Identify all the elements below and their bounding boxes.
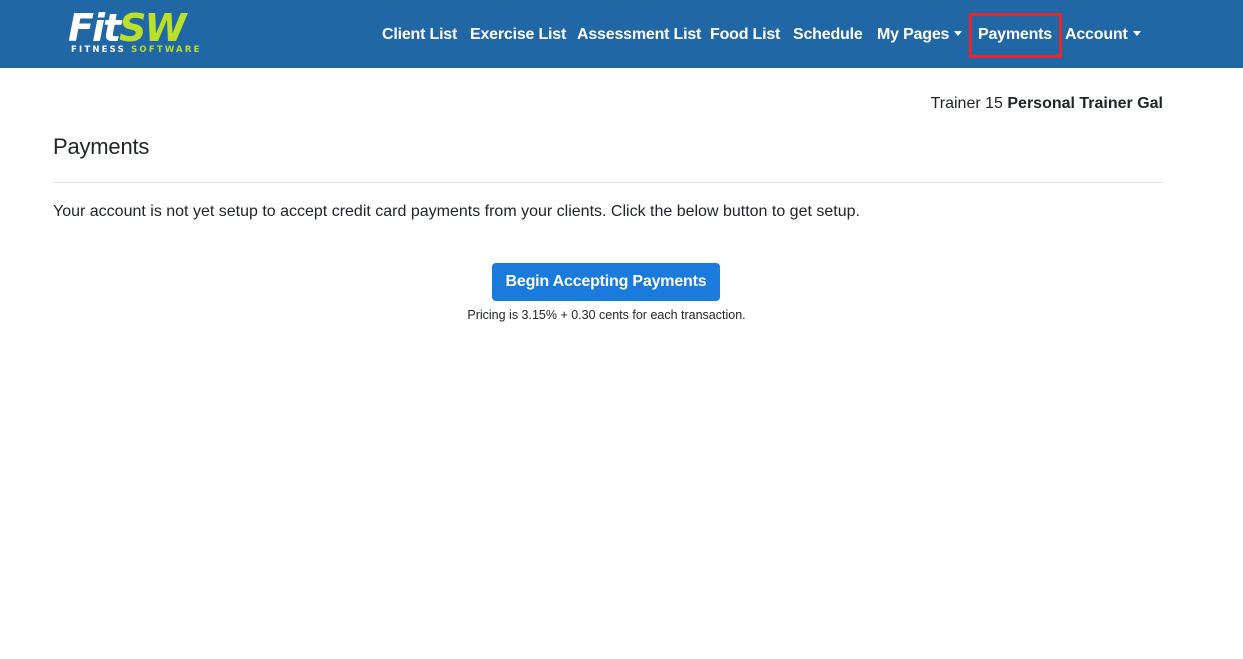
pricing-note: Pricing is 3.15% + 0.30 cents for each t… (467, 308, 746, 322)
caret-down-icon (1132, 31, 1141, 37)
nav-account-dropdown[interactable]: Account (1065, 0, 1141, 68)
top-navbar: FitSW FITNESS SOFTWARE Client List Exerc… (0, 0, 1243, 68)
trainer-name: Personal Trainer Gal (1007, 95, 1163, 112)
trainer-id: Trainer 15 (930, 95, 1003, 112)
nav-my-pages-dropdown[interactable]: My Pages (877, 0, 963, 68)
nav-food-list[interactable]: Food List (710, 0, 780, 68)
logo-tagline: FITNESS SOFTWARE (71, 45, 202, 55)
begin-accepting-payments-button[interactable]: Begin Accepting Payments (492, 263, 720, 301)
payments-highlight-box (969, 13, 1062, 58)
fitsw-logo[interactable]: FitSW FITNESS SOFTWARE (68, 8, 224, 58)
page-title: Payments (53, 134, 150, 159)
caret-down-icon (954, 31, 963, 37)
nav-schedule[interactable]: Schedule (793, 0, 863, 68)
title-divider (53, 182, 1163, 183)
logo-wordmark: FitSW (68, 6, 186, 50)
payments-setup-message: Your account is not yet setup to accept … (53, 203, 860, 220)
nav-client-list[interactable]: Client List (382, 0, 457, 68)
nav-assessment-list[interactable]: Assessment List (577, 0, 701, 68)
trainer-info: Trainer 15 Personal Trainer Gal (931, 94, 1163, 114)
nav-exercise-list[interactable]: Exercise List (470, 0, 566, 68)
